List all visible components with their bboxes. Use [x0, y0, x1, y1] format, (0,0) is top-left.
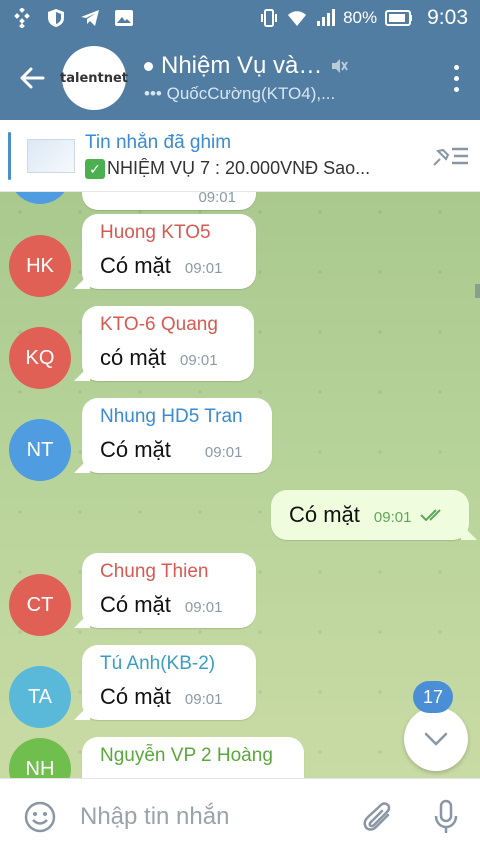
online-dot-icon — [144, 61, 153, 71]
shield-icon — [48, 9, 64, 27]
smile-icon — [24, 801, 56, 832]
message-time: 09:01 — [204, 444, 243, 461]
chevron-down-icon — [424, 732, 448, 746]
sender-name[interactable]: Tú Anh(KB-2) — [100, 653, 240, 675]
chat-title: Nhiệm Vụ và… — [161, 52, 323, 79]
sender-name[interactable]: Chung Thien — [100, 561, 240, 583]
pinned-title: Tin nhắn đã ghim — [85, 132, 232, 153]
message-text: Có mặt — [100, 592, 171, 617]
sender-name[interactable]: Huong KTO5 — [100, 222, 240, 244]
app-icon — [14, 8, 30, 28]
chat-info[interactable]: Nhiệm Vụ và… ••• QuốcCường(KTO4),... — [144, 52, 432, 104]
message-time: 09:01 — [184, 691, 223, 708]
typing-dots-icon: ••• — [144, 84, 162, 103]
avatar[interactable]: TA — [9, 666, 71, 728]
avatar-initials: HK — [26, 254, 54, 277]
avatar[interactable]: NT — [9, 419, 71, 481]
message-text: Có mặt — [100, 684, 171, 709]
avatar[interactable]: HK — [9, 235, 71, 297]
avatar-initials: NT — [26, 438, 54, 461]
sender-name[interactable]: Nhung HD5 Tran — [100, 406, 256, 428]
message-text: Có mặt — [289, 502, 360, 527]
emoji-button[interactable] — [0, 800, 80, 834]
message-text: có mặt — [100, 345, 167, 370]
message-input-bar: Nhập tin nhắn — [0, 778, 480, 854]
voice-record-button[interactable] — [412, 799, 480, 835]
sender-name[interactable]: KTO-6 Quang — [100, 314, 238, 336]
back-button[interactable] — [0, 36, 64, 120]
outgoing-message-bubble[interactable]: Có mặt 09:01 — [271, 490, 469, 540]
message-bubble[interactable]: KTO-6 Quang có mặt 09:01 — [82, 306, 254, 381]
message-time: 09:01 — [184, 599, 223, 616]
vibrate-icon — [261, 9, 278, 27]
message-bubble[interactable]: Huong KTO5 Có mặt 09:01 — [82, 214, 256, 289]
avatar-initials: TA — [27, 685, 53, 708]
clock: 9:03 — [427, 6, 468, 29]
wifi-icon — [288, 11, 307, 26]
message-bubble[interactable]: Nhung HD5 Tran Có mặt 09:01 — [82, 398, 272, 473]
microphone-icon — [434, 799, 458, 833]
pin-list-icon — [433, 147, 468, 166]
unread-count-badge[interactable]: 17 — [413, 681, 453, 713]
check-mark-icon: ✓ — [85, 159, 105, 179]
scroll-down-button[interactable] — [404, 707, 468, 771]
more-vertical-icon — [453, 62, 459, 95]
muted-icon — [332, 59, 349, 73]
pinned-indicator — [8, 131, 11, 180]
chat-subtitle: QuốcCường(KTO4),... — [166, 84, 336, 103]
group-avatar-logo: talentnet — [60, 70, 129, 86]
avatar-initials: NH — [25, 757, 55, 779]
message-time: 09:01 — [180, 352, 218, 369]
battery-icon — [385, 10, 413, 26]
avatar[interactable]: KQ — [9, 327, 71, 389]
message-time: 09:01 — [184, 260, 223, 277]
message-bubble[interactable]: 09:01 — [82, 192, 256, 210]
chat-header: talentnet Nhiệm Vụ và… ••• QuốcCường(KTO… — [0, 36, 480, 120]
group-avatar[interactable]: talentnet — [60, 46, 129, 110]
message-time: 09:01 — [198, 192, 236, 206]
image-icon — [115, 10, 133, 26]
scroll-indicator[interactable] — [475, 284, 480, 298]
signal-icon — [317, 9, 336, 26]
attach-button[interactable] — [344, 800, 412, 834]
paperclip-icon — [363, 801, 391, 831]
double-check-icon — [420, 509, 441, 522]
message-bubble[interactable]: Tú Anh(KB-2) Có mặt 09:01 — [82, 645, 256, 720]
avatar[interactable]: CT — [9, 574, 71, 636]
message-bubble[interactable]: Nguyễn VP 2 Hoàng — [82, 737, 304, 778]
pinned-list-button[interactable] — [420, 143, 480, 169]
status-bar: 80% 9:03 — [0, 0, 480, 36]
pinned-text: NHIỆM VỤ 7 : 20.000VNĐ Sao... — [107, 158, 371, 178]
more-menu-button[interactable] — [432, 36, 480, 120]
telegram-icon — [81, 10, 99, 26]
message-time: 09:01 — [373, 509, 412, 526]
message-list[interactable]: 09:01 HK Huong KTO5 Có mặt 09:01 KQ KTO-6… — [0, 192, 480, 778]
avatar-initials: CT — [26, 593, 54, 616]
message-text: Có mặt — [100, 437, 171, 462]
arrow-left-icon — [20, 67, 45, 89]
message-input[interactable]: Nhập tin nhắn — [80, 803, 344, 831]
pinned-thumbnail — [27, 138, 75, 173]
sender-name[interactable]: Nguyễn VP 2 Hoàng — [100, 745, 288, 767]
message-text: Có mặt — [100, 253, 171, 278]
pinned-message-bar[interactable]: Tin nhắn đã ghim ✓ NHIỆM VỤ 7 : 20.000VNĐ… — [0, 120, 480, 192]
battery-percent: 80% — [343, 8, 378, 27]
avatar-initials: KQ — [25, 346, 55, 369]
message-bubble[interactable]: Chung Thien Có mặt 09:01 — [82, 553, 256, 628]
